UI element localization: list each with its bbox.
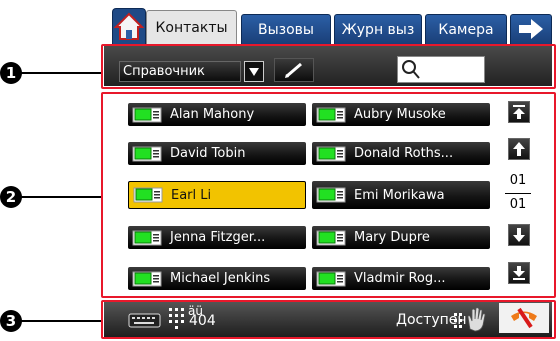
contact-button[interactable]: David Tobin	[128, 142, 306, 165]
contact-button[interactable]: Mary Dupre	[312, 226, 490, 249]
directory-select[interactable]: Справочник	[119, 61, 241, 82]
hangup-icon	[511, 307, 537, 329]
tab-calls[interactable]: Вызовы	[241, 14, 331, 44]
callout-number: 2	[0, 186, 22, 208]
tab-next[interactable]	[510, 14, 552, 44]
scroll-bottom-button[interactable]	[508, 262, 530, 284]
hangup-button[interactable]	[499, 303, 549, 333]
forward-arrow-icon	[519, 19, 543, 39]
contact-card-icon	[132, 230, 162, 245]
scroll-down-button[interactable]	[508, 224, 530, 246]
contact-name: Michael Jenkins	[170, 271, 271, 286]
contact-name: Mary Dupre	[354, 230, 430, 245]
contact-card-icon	[132, 271, 162, 286]
contact-card-icon	[316, 187, 346, 203]
search-input[interactable]	[397, 56, 485, 83]
scroll-up-icon	[513, 142, 525, 156]
callout-line	[20, 196, 102, 198]
contact-card-icon	[132, 146, 162, 161]
tab-bar: Контакты Вызовы Журн выз Камера	[112, 0, 552, 45]
contact-card-icon	[316, 107, 346, 122]
scroll-top-icon	[513, 105, 525, 119]
contact-card-icon	[316, 271, 346, 286]
contact-name: Jenna Fitzger...	[170, 230, 266, 245]
tab-home[interactable]	[112, 8, 146, 45]
dropdown-arrow-icon	[249, 68, 259, 76]
contact-button[interactable]: Earl Li	[128, 181, 306, 209]
contact-button[interactable]: Donald Roths...	[312, 142, 490, 165]
callout-line	[20, 72, 102, 74]
page-total: 01	[509, 197, 527, 212]
page-divider	[505, 193, 531, 194]
page-current: 01	[509, 173, 527, 188]
contact-name: Emi Morikawa	[354, 187, 445, 203]
contact-card-icon	[316, 146, 346, 161]
scroll-bottom-icon	[513, 266, 525, 280]
dialpad-button[interactable]	[167, 305, 187, 331]
contact-card-icon	[133, 187, 163, 203]
contact-card-icon	[132, 107, 162, 122]
contact-name: Vladmir Rog...	[354, 271, 446, 286]
edit-button[interactable]	[274, 58, 314, 82]
callout-line	[20, 320, 102, 322]
dnd-button[interactable]	[452, 305, 494, 333]
contact-name: David Tobin	[170, 146, 246, 161]
contact-button[interactable]: Jenna Fitzger...	[128, 226, 306, 249]
contact-name: Aubry Musoke	[354, 107, 446, 122]
tab-camera[interactable]: Камера	[425, 14, 507, 44]
pencil-icon	[285, 62, 302, 78]
keyboard-button[interactable]	[128, 310, 162, 330]
keyboard-icon	[128, 313, 161, 328]
dialpad-icon	[169, 308, 184, 329]
dnd-hand-icon	[454, 307, 486, 332]
extension-number: 404	[189, 313, 216, 329]
contact-name: Alan Mahony	[170, 107, 255, 122]
contact-name: Earl Li	[171, 187, 212, 203]
scroll-up-button[interactable]	[508, 138, 530, 160]
contact-button[interactable]: Michael Jenkins	[128, 267, 306, 290]
contact-name: Donald Roths...	[354, 146, 454, 161]
tab-call-log[interactable]: Журн выз	[334, 14, 422, 44]
tab-contacts[interactable]: Контакты	[146, 10, 237, 44]
scroll-down-icon	[513, 228, 525, 242]
directory-dropdown-button[interactable]	[244, 61, 264, 82]
scroll-top-button[interactable]	[508, 101, 530, 123]
contact-button[interactable]: Vladmir Rog...	[312, 267, 490, 290]
home-icon	[113, 12, 145, 40]
callout-number: 3	[0, 310, 22, 332]
search-icon	[402, 60, 420, 79]
contact-button[interactable]: Alan Mahony	[128, 103, 306, 126]
callout-number: 1	[0, 62, 22, 84]
contact-button[interactable]: Emi Morikawa	[312, 181, 490, 209]
contact-card-icon	[316, 230, 346, 245]
contact-button[interactable]: Aubry Musoke	[312, 103, 490, 126]
